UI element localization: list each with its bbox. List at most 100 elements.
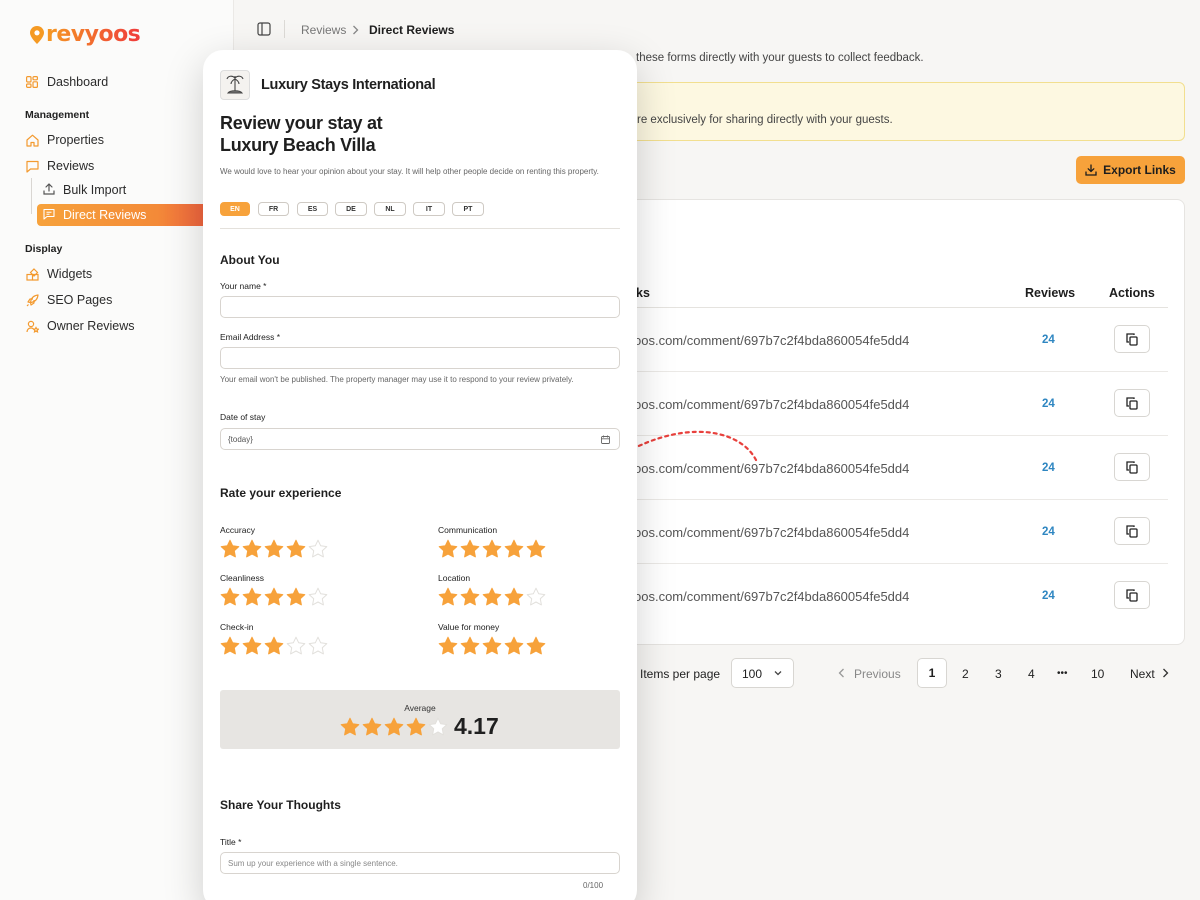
copy-link-button[interactable] — [1114, 325, 1150, 353]
copy-link-button[interactable] — [1114, 517, 1150, 545]
sidebar-item-dashboard[interactable]: Dashboard — [25, 72, 108, 92]
email-help-text: Your email won't be published. The prope… — [220, 375, 574, 384]
rating-communication: Communication — [438, 525, 546, 559]
star-rating[interactable] — [220, 636, 328, 656]
form-title-line1: Review your stay at — [220, 113, 383, 133]
star-filled-icon — [482, 587, 502, 606]
form-title: Review your stay at Luxury Beach Villa — [220, 112, 520, 156]
star-filled-icon — [406, 717, 426, 736]
name-input[interactable] — [220, 296, 620, 318]
star-filled-icon — [438, 636, 458, 655]
tree-line — [31, 178, 32, 214]
column-header-actions: Actions — [1109, 286, 1155, 300]
page-10-button[interactable]: 10 — [1091, 667, 1104, 681]
sidebar-item-reviews[interactable]: Reviews — [25, 156, 94, 176]
page-3-button[interactable]: 3 — [995, 667, 1002, 681]
previous-page-button[interactable]: Previous — [854, 667, 901, 681]
review-count[interactable]: 24 — [1042, 334, 1055, 346]
brand-logo[interactable]: revyoos — [30, 22, 141, 47]
review-count[interactable]: 24 — [1042, 526, 1055, 538]
rating-label: Check-in — [220, 622, 254, 632]
items-per-page-value: 100 — [742, 667, 763, 681]
rating-label: Accuracy — [220, 525, 255, 535]
star-rating[interactable] — [438, 539, 546, 559]
info-notice: re exclusively for sharing directly with… — [600, 82, 1185, 141]
sidebar-item-seo-pages[interactable]: SEO Pages — [25, 290, 112, 310]
lang-fr-button[interactable]: FR — [258, 202, 289, 216]
lang-es-button[interactable]: ES — [297, 202, 328, 216]
page-4-button[interactable]: 4 — [1028, 667, 1035, 681]
review-link[interactable]: oos.com/comment/697b7c2f4bda860054fe5dd4 — [634, 397, 909, 412]
lang-de-button[interactable]: DE — [335, 202, 367, 216]
export-links-button[interactable]: Export Links — [1076, 156, 1185, 184]
date-input[interactable]: {today} — [220, 428, 620, 450]
sidebar-label-properties: Properties — [47, 133, 104, 147]
sidebar-toggle-icon[interactable] — [257, 22, 271, 36]
page-description: these forms directly with your guests to… — [636, 52, 924, 64]
copy-link-button[interactable] — [1114, 389, 1150, 417]
name-label: Your name * — [220, 281, 267, 291]
dashboard-icon — [25, 75, 39, 89]
sidebar-item-widgets[interactable]: Widgets — [25, 264, 92, 284]
email-input[interactable] — [220, 347, 620, 369]
star-filled-icon — [504, 636, 524, 655]
average-rating-box: Average 4.17 — [220, 690, 620, 749]
sidebar-label-bulk-import: Bulk Import — [63, 183, 127, 197]
review-title-input[interactable]: Sum up your experience with a single sen… — [220, 852, 620, 874]
sidebar-label-seo-pages: SEO Pages — [47, 293, 113, 307]
review-form-preview: Luxury Stays International Review your s… — [203, 50, 637, 900]
copy-link-button[interactable] — [1114, 581, 1150, 609]
review-link[interactable]: oos.com/comment/697b7c2f4bda860054fe5dd4 — [634, 589, 909, 604]
star-rating[interactable] — [438, 636, 546, 656]
breadcrumb-reviews[interactable]: Reviews — [301, 23, 346, 37]
average-stars — [340, 717, 448, 737]
page-2-button[interactable]: 2 — [962, 667, 969, 681]
next-page-button[interactable]: Next — [1130, 667, 1155, 681]
review-link[interactable]: oos.com/comment/697b7c2f4bda860054fe5dd4 — [634, 525, 909, 540]
blocks-icon — [25, 267, 39, 281]
sidebar-label-owner-reviews: Owner Reviews — [47, 319, 135, 333]
star-filled-icon — [340, 717, 360, 736]
date-label: Date of stay — [220, 412, 266, 422]
star-filled-icon — [438, 587, 458, 606]
lang-it-button[interactable]: IT — [413, 202, 445, 216]
copy-icon — [1126, 524, 1138, 538]
star-filled-icon — [286, 587, 306, 606]
rocket-icon — [25, 293, 39, 307]
star-filled-icon — [242, 636, 262, 655]
sidebar-label-dashboard: Dashboard — [47, 75, 109, 89]
palm-house-icon — [226, 75, 244, 94]
copy-icon — [1126, 460, 1138, 474]
star-rating[interactable] — [438, 587, 546, 607]
rating-cleanliness: Cleanliness — [220, 573, 328, 607]
items-per-page-select[interactable]: 100 — [731, 658, 794, 688]
review-count[interactable]: 24 — [1042, 462, 1055, 474]
star-rating[interactable] — [220, 539, 328, 559]
star-filled-icon — [438, 539, 458, 558]
rating-value-for-money: Value for money — [438, 622, 546, 656]
lang-nl-button[interactable]: NL — [374, 202, 406, 216]
table-row: oos.com/comment/697b7c2f4bda860054fe5dd4… — [620, 308, 1168, 372]
rating-check-in: Check-in — [220, 622, 328, 656]
title-placeholder: Sum up your experience with a single sen… — [228, 859, 398, 868]
review-count[interactable]: 24 — [1042, 590, 1055, 602]
star-filled-icon — [482, 636, 502, 655]
title-char-counter: 0/100 — [583, 881, 604, 890]
rate-experience-heading: Rate your experience — [220, 486, 342, 500]
rating-label: Cleanliness — [220, 573, 264, 583]
chevron-down-icon — [774, 671, 782, 676]
sidebar-item-owner-reviews[interactable]: Owner Reviews — [25, 316, 135, 336]
lang-pt-button[interactable]: PT — [452, 202, 484, 216]
copy-icon — [1126, 396, 1138, 410]
copy-link-button[interactable] — [1114, 453, 1150, 481]
form-divider — [220, 228, 620, 229]
review-count[interactable]: 24 — [1042, 398, 1055, 410]
page-1-button[interactable]: 1 — [917, 658, 947, 688]
review-link[interactable]: oos.com/comment/697b7c2f4bda860054fe5dd4 — [634, 333, 909, 348]
star-filled-icon — [384, 717, 404, 736]
star-rating[interactable] — [220, 587, 328, 607]
star-filled-icon — [504, 539, 524, 558]
lang-en-button[interactable]: EN — [220, 202, 250, 216]
sidebar-item-bulk-import[interactable]: Bulk Import — [43, 179, 126, 201]
sidebar-item-properties[interactable]: Properties — [25, 130, 104, 150]
